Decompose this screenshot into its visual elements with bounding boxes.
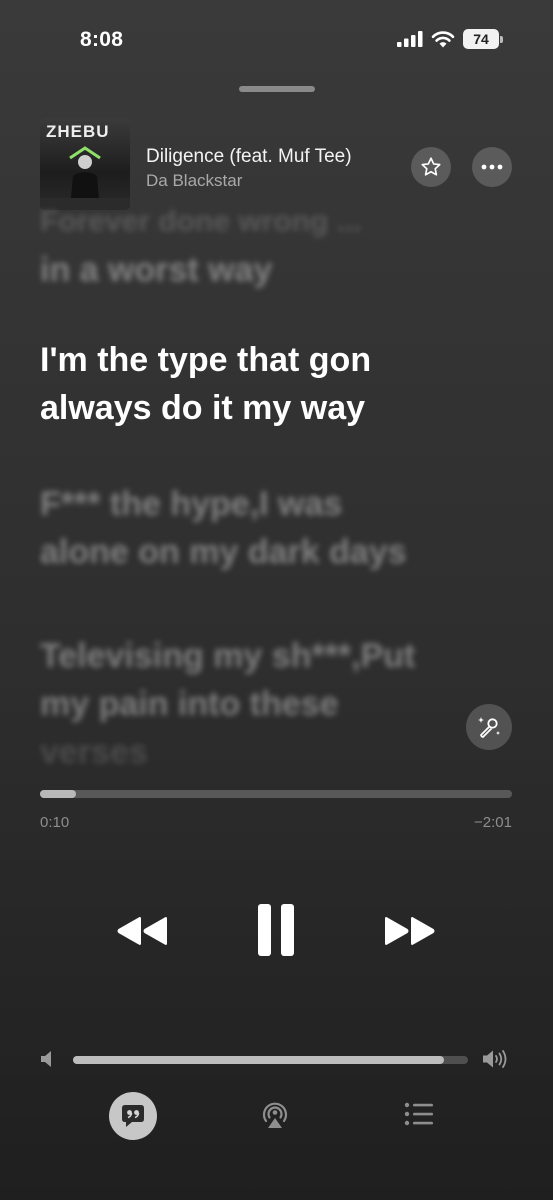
remaining-time: −2:01: [474, 814, 512, 831]
battery-level: 74: [463, 29, 499, 49]
favorite-button[interactable]: [411, 147, 451, 187]
artwork-figure: [40, 146, 130, 210]
lyric-next-part-1: F*** the hype,I was: [40, 485, 343, 523]
lyric-current-part-2: always do it my way: [40, 389, 366, 427]
quote-bubble-icon: [122, 1105, 144, 1127]
song-artist[interactable]: Da Blackstar: [146, 171, 242, 191]
album-artwork[interactable]: ZHEBU: [40, 118, 130, 210]
lyrics-toggle-button[interactable]: [109, 1092, 157, 1140]
microphone-sparkle-icon: [478, 717, 500, 738]
star-icon: [421, 157, 441, 176]
lyric-after-part-1: Televising my sh***,Put: [40, 637, 416, 675]
volume-high-icon: [483, 1050, 507, 1068]
fast-forward-icon: [385, 917, 435, 945]
more-options-button[interactable]: [472, 147, 512, 187]
status-icons: 74: [397, 29, 503, 49]
lyric-line-previous[interactable]: in a worst way: [40, 246, 520, 294]
volume-slider[interactable]: [73, 1056, 468, 1064]
playback-scrubber[interactable]: [40, 790, 512, 798]
lyric-next-part-2: alone on my dark days: [40, 533, 407, 571]
status-time: 8:08: [80, 28, 124, 51]
lyric-current-part-1: I'm the type that gon: [40, 341, 372, 379]
lyric-line-faded[interactable]: Forever done wrong ...: [40, 198, 520, 246]
airplay-audio-icon[interactable]: [258, 1100, 292, 1130]
rewind-button[interactable]: [112, 905, 172, 957]
playback-progress-fill: [40, 790, 76, 798]
wifi-icon: [431, 31, 455, 48]
battery-indicator: 74: [463, 29, 503, 49]
volume-level-fill: [73, 1056, 445, 1064]
list-icon[interactable]: [404, 1102, 434, 1126]
cellular-signal-icon: [397, 31, 423, 47]
volume-low-icon: [41, 1051, 51, 1067]
pause-button[interactable]: [246, 898, 306, 962]
elapsed-time: 0:10: [40, 814, 70, 831]
lyric-after-part-2: my pain into these: [40, 685, 339, 723]
sheet-grabber[interactable]: [239, 86, 315, 92]
ellipsis-icon: [481, 164, 503, 170]
sing-mode-button[interactable]: [466, 704, 512, 750]
battery-tip: [500, 35, 503, 43]
song-title[interactable]: Diligence (feat. Muf Tee): [146, 146, 404, 168]
lyric-line-current[interactable]: I'm the type that gon always do it my wa…: [40, 336, 520, 432]
lyric-after-part-3: verses: [40, 733, 148, 771]
fast-forward-button[interactable]: [380, 905, 440, 957]
pause-icon: [258, 904, 294, 956]
lyric-line-next[interactable]: F*** the hype,I was alone on my dark day…: [40, 480, 520, 576]
lyric-line-after[interactable]: Televising my sh***,Put my pain into the…: [40, 632, 520, 776]
rewind-icon: [117, 917, 167, 945]
